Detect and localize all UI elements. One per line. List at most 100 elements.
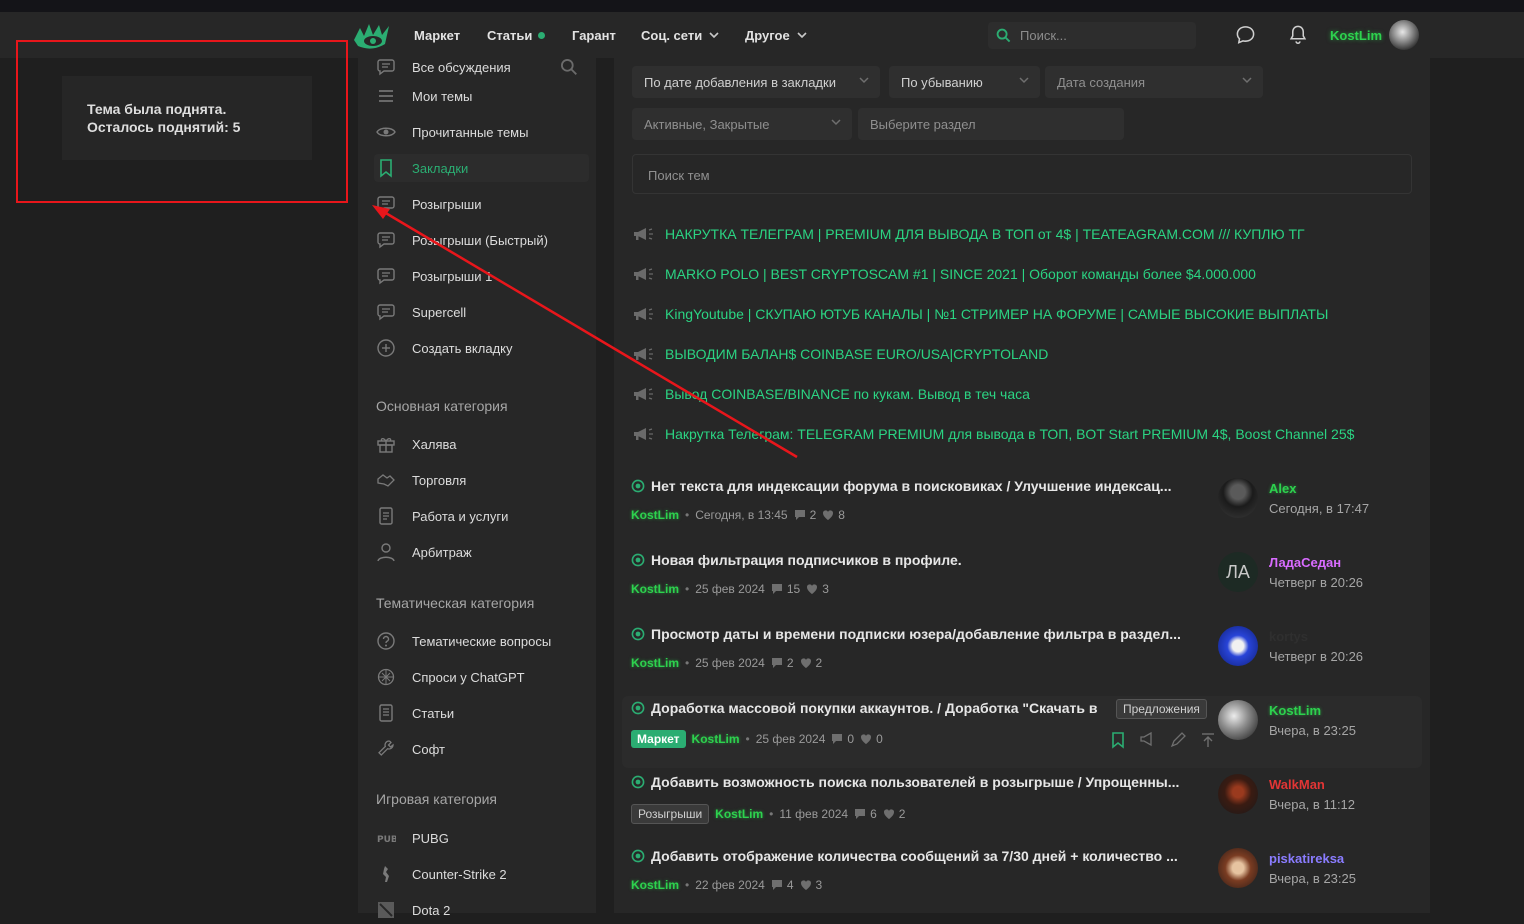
- last-poster-name[interactable]: WalkMan: [1269, 777, 1325, 792]
- sidebar-category-1-2[interactable]: Статьи: [374, 699, 589, 727]
- sidebar-item-6[interactable]: Розыгрыши 1: [374, 262, 589, 290]
- announcement-link[interactable]: MARKO POLO | BEST CRYPTOSCAM #1 | SINCE …: [665, 266, 1256, 282]
- created-date-select[interactable]: Дата создания: [1045, 66, 1263, 98]
- sidebar-category-0-1[interactable]: Торговля: [374, 466, 589, 494]
- thread-title[interactable]: Добавить отображение количества сообщени…: [651, 848, 1178, 864]
- last-poster-avatar[interactable]: [1218, 700, 1258, 740]
- section-select[interactable]: Выберите раздел: [858, 108, 1124, 140]
- sidebar-category-2-0[interactable]: PUBG PUBG: [374, 824, 589, 852]
- sidebar-category-0-3[interactable]: Арбитраж: [374, 538, 589, 566]
- thread-author[interactable]: KostLim: [631, 508, 679, 522]
- heart-icon: [807, 584, 818, 594]
- sort-select[interactable]: По дате добавления в закладки: [632, 66, 880, 98]
- eye-icon: [376, 127, 396, 137]
- last-poster-avatar[interactable]: ЛА: [1218, 552, 1258, 592]
- separator-dot: •: [769, 807, 774, 821]
- announcement-link[interactable]: Накрутка Телеграм: TELEGRAM PREMIUM для …: [665, 426, 1354, 442]
- thread-row[interactable]: Нет текста для индексации форума в поиск…: [622, 474, 1422, 546]
- thread-author[interactable]: KostLim: [631, 582, 679, 596]
- nav-4[interactable]: Другое: [745, 28, 808, 43]
- sidebar-item-label: Все обсуждения: [412, 60, 511, 75]
- order-select[interactable]: По убыванию: [889, 66, 1040, 98]
- thread-author[interactable]: KostLim: [631, 656, 679, 670]
- last-poster-name[interactable]: kortys: [1269, 629, 1308, 644]
- bookmark-icon[interactable]: [1109, 731, 1127, 749]
- state-select[interactable]: Активные, Закрытые: [632, 108, 852, 140]
- pin-top-icon[interactable]: [1199, 731, 1217, 749]
- last-poster-avatar[interactable]: [1218, 848, 1258, 888]
- sidebar-item-0[interactable]: Все обсуждения: [374, 53, 589, 81]
- sidebar-category-label: Тематические вопросы: [412, 634, 552, 649]
- logo-icon[interactable]: [352, 20, 392, 52]
- sidebar-category-label: PUBG: [412, 831, 449, 846]
- thread-title[interactable]: Добавить возможность поиска пользователе…: [651, 774, 1179, 790]
- thread-title[interactable]: Новая фильтрация подписчиков в профиле.: [651, 552, 962, 568]
- thread-title[interactable]: Нет текста для индексации форума в поиск…: [651, 478, 1171, 494]
- megaphone-icon[interactable]: [1139, 731, 1157, 749]
- sidebar-category-label: Арбитраж: [412, 545, 472, 560]
- thread-title[interactable]: Доработка массовой покупки аккаунтов. / …: [651, 700, 1097, 716]
- topic-search-input[interactable]: Поиск тем: [632, 154, 1412, 194]
- sidebar-item-7[interactable]: Supercell: [374, 298, 589, 326]
- sort-label: По дате добавления в закладки: [644, 75, 836, 90]
- thread-tag[interactable]: Маркет: [631, 730, 686, 748]
- sidebar-item-3[interactable]: Закладки: [374, 154, 589, 182]
- last-poster-name[interactable]: Alex: [1269, 481, 1296, 496]
- thread-row[interactable]: Просмотр даты и времени подписки юзера/д…: [622, 622, 1422, 694]
- reply-count: 2: [794, 508, 816, 522]
- last-poster-name[interactable]: KostLim: [1269, 703, 1321, 718]
- nav-label: Другое: [745, 28, 790, 43]
- edit-icon[interactable]: [1169, 731, 1187, 749]
- last-poster-avatar[interactable]: [1218, 774, 1258, 814]
- sidebar-item-1[interactable]: Мои темы: [374, 82, 589, 110]
- last-poster-avatar[interactable]: [1218, 478, 1258, 518]
- sidebar-item-2[interactable]: Прочитанные темы: [374, 118, 589, 146]
- sidebar-category-0-0[interactable]: Халява: [374, 430, 589, 458]
- sidebar-category-1-0[interactable]: Тематические вопросы: [374, 627, 589, 655]
- thread-row[interactable]: Добавить отображение количества сообщени…: [622, 844, 1422, 916]
- announcement-link[interactable]: Вывод COINBASE/BINANCE по кукам. Вывод в…: [665, 386, 1030, 402]
- sidebar-category-0-2[interactable]: Работа и услуги: [374, 502, 589, 530]
- sidebar-category-1-3[interactable]: Софт: [374, 735, 589, 763]
- nav-3[interactable]: Соц. сети: [641, 28, 720, 43]
- thread-row[interactable]: Доработка массовой покупки аккаунтов. / …: [622, 696, 1422, 768]
- thread-author[interactable]: KostLim: [692, 732, 740, 746]
- header-username[interactable]: KostLim: [1330, 28, 1382, 43]
- bell-icon[interactable]: [1288, 24, 1308, 45]
- announcement-link[interactable]: KingYoutube | СКУПАЮ ЮТУБ КАНАЛЫ | №1 СТ…: [665, 306, 1328, 322]
- thread-author[interactable]: KostLim: [631, 878, 679, 892]
- nav-0[interactable]: Маркет: [414, 28, 460, 43]
- last-poster-name[interactable]: piskatireksa: [1269, 851, 1344, 866]
- last-poster-name[interactable]: ЛадаСедан: [1269, 555, 1341, 570]
- thread-row[interactable]: Новая фильтрация подписчиков в профиле. K…: [622, 548, 1422, 620]
- search-placeholder: Поиск...: [1020, 28, 1067, 43]
- sidebar-category-1-1[interactable]: Спроси у ChatGPT: [374, 663, 589, 691]
- sidebar-category-2-2[interactable]: Dota 2: [374, 896, 589, 924]
- announcement-link[interactable]: ВЫВОДИМ БАЛАН$ COINBASE EURO/USA|CRYPTOL…: [665, 346, 1048, 362]
- chat-icon[interactable]: [1235, 24, 1256, 45]
- reply-count-value: 6: [870, 807, 877, 821]
- thread-tag[interactable]: Розыгрыши: [631, 804, 710, 824]
- sidebar-item-8[interactable]: Создать вкладку: [374, 334, 589, 362]
- sidebar-item-label: Розыгрыши (Быстрый): [412, 233, 548, 248]
- sidebar-item-4[interactable]: Розыгрыши: [374, 190, 589, 218]
- thread-author[interactable]: KostLim: [715, 807, 763, 821]
- header-search-input[interactable]: Поиск...: [988, 22, 1196, 49]
- header-avatar[interactable]: [1389, 20, 1419, 50]
- like-count-value: 3: [815, 878, 823, 892]
- last-poster-avatar[interactable]: [1218, 626, 1258, 666]
- nav-2[interactable]: Гарант: [572, 28, 616, 43]
- sidebar-item-label: Создать вкладку: [412, 341, 513, 356]
- search-icon: [996, 28, 1011, 43]
- thread-row[interactable]: Добавить возможность поиска пользователе…: [622, 770, 1422, 842]
- thread-title[interactable]: Просмотр даты и времени подписки юзера/д…: [651, 626, 1181, 642]
- last-post-date: Вчера, в 11:12: [1269, 797, 1356, 812]
- sidebar-item-label: Мои темы: [412, 89, 473, 104]
- announcement-link[interactable]: НАКРУТКА ТЕЛЕГРАМ | PREMIUM ДЛЯ ВЫВОДА В…: [665, 226, 1305, 242]
- heart-icon: [800, 658, 811, 668]
- section-label: Выберите раздел: [870, 117, 976, 132]
- sidebar-category-2-1[interactable]: Counter-Strike 2: [374, 860, 589, 888]
- nav-1[interactable]: Статьи: [487, 28, 546, 43]
- sidebar-item-5[interactable]: Розыгрыши (Быстрый): [374, 226, 589, 254]
- thread-meta: Маркет KostLim • 25 фев 2024 0 0: [631, 730, 883, 748]
